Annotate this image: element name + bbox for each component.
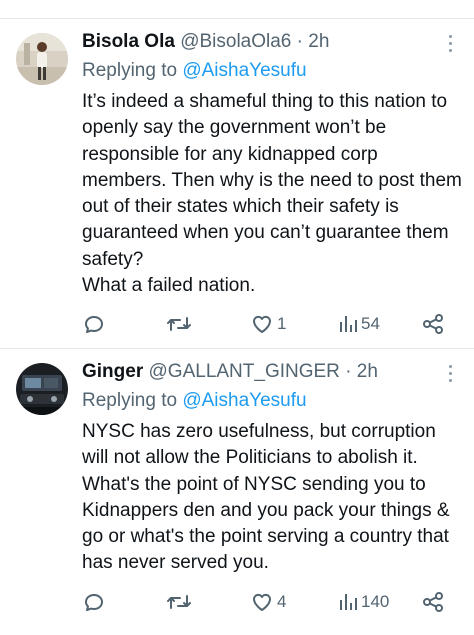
views-icon <box>340 594 357 610</box>
tweet-header: Bisola Ola @BisolaOla6 · 2h <box>82 31 329 57</box>
views-button[interactable]: 140 <box>338 589 389 615</box>
view-count: 140 <box>361 592 390 611</box>
more-icon[interactable] <box>448 35 454 55</box>
views-button[interactable]: 54 <box>338 311 380 337</box>
like-button[interactable]: 4 <box>250 589 286 615</box>
share-icon <box>423 592 443 612</box>
share-button[interactable] <box>422 589 444 615</box>
replying-to: Replying to @AishaYesufu <box>82 390 307 412</box>
more-icon[interactable] <box>448 365 454 385</box>
tweet-reply[interactable]: Ginger @GALLANT_GINGER · 2h Replying to … <box>0 349 474 635</box>
author-handle[interactable]: @GALLANT_GINGER <box>149 361 340 382</box>
like-count: 4 <box>277 592 287 611</box>
mention-link[interactable]: @AishaYesufu <box>182 60 306 81</box>
retweet-button[interactable] <box>166 311 192 337</box>
reply-icon <box>85 316 103 333</box>
author-name[interactable]: Ginger <box>82 361 143 382</box>
share-icon <box>423 314 443 334</box>
timestamp[interactable]: · 2h <box>297 31 330 52</box>
author-handle[interactable]: @BisolaOla6 <box>180 31 291 52</box>
tweet-text: It’s indeed a shameful thing to this nat… <box>82 91 462 297</box>
like-button[interactable]: 1 <box>250 311 286 337</box>
avatar[interactable] <box>16 33 68 85</box>
view-count: 54 <box>361 314 380 333</box>
reply-button[interactable] <box>82 589 106 615</box>
tweet-reply[interactable]: Bisola Ola @BisolaOla6 · 2h Replying to … <box>0 19 474 348</box>
tweet-text: NYSC has zero usefulness, but corruption… <box>82 421 450 574</box>
reply-icon <box>85 594 103 611</box>
tweet-actions: 4 140 <box>82 589 462 615</box>
heart-icon <box>253 593 271 611</box>
reply-button[interactable] <box>82 311 106 337</box>
author-name[interactable]: Bisola Ola <box>82 31 175 52</box>
share-button[interactable] <box>422 311 444 337</box>
heart-icon <box>253 315 271 333</box>
retweet-icon <box>167 595 191 609</box>
mention-link[interactable]: @AishaYesufu <box>182 390 306 411</box>
retweet-button[interactable] <box>166 589 192 615</box>
tweet-header: Ginger @GALLANT_GINGER · 2h <box>82 361 378 387</box>
timestamp[interactable]: · 2h <box>345 361 378 382</box>
replying-to: Replying to @AishaYesufu <box>82 60 307 82</box>
retweet-icon <box>167 317 191 331</box>
like-count: 1 <box>277 314 287 333</box>
replying-to-prefix: Replying to <box>82 390 183 411</box>
views-icon <box>340 316 357 332</box>
replying-to-prefix: Replying to <box>82 60 183 81</box>
tweet-actions: 1 54 <box>82 311 462 337</box>
avatar[interactable] <box>16 363 68 415</box>
